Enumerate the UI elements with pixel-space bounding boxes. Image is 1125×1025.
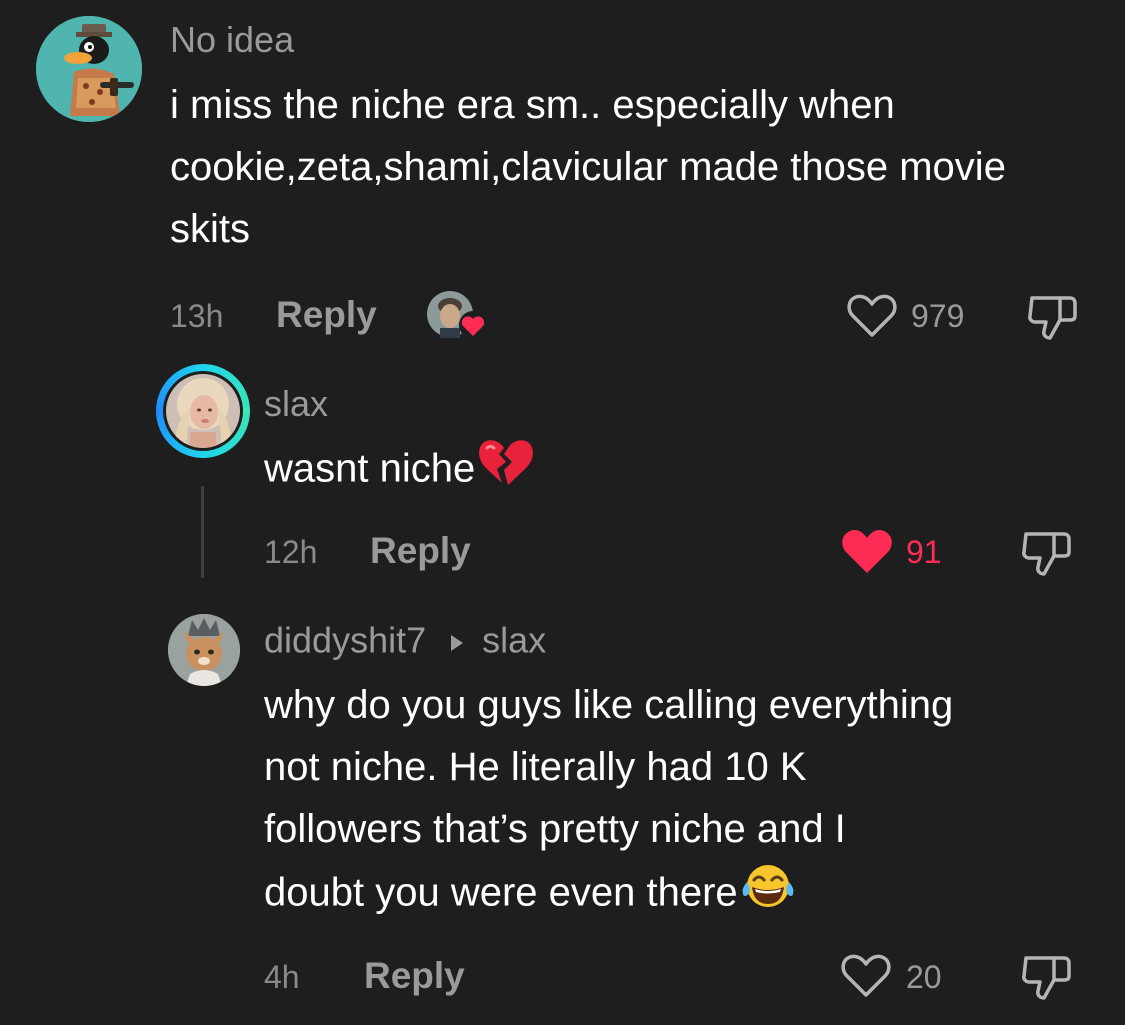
comment-username[interactable]: diddyshit7 <box>264 620 426 661</box>
thumbs-down-icon <box>1022 956 1071 1000</box>
avatar <box>163 371 243 451</box>
thumbs-down-icon <box>1022 532 1071 576</box>
heart-filled-icon <box>842 529 892 573</box>
comment-text-row: wasnt niche <box>264 436 535 506</box>
comment-timestamp: 4h <box>264 959 300 995</box>
broken-heart-icon <box>479 440 534 485</box>
woman-avatar-icon <box>166 374 240 448</box>
comment-text-line: why do you guys like calling everything <box>264 683 954 727</box>
reply-to-username[interactable]: slax <box>482 620 546 661</box>
like-button[interactable] <box>840 528 894 576</box>
like-count: 979 <box>911 298 965 334</box>
like-button[interactable] <box>840 952 892 1000</box>
comment-text: i miss the niche era sm.. especially whe… <box>170 83 1006 251</box>
comment-text-line: followers that’s pretty niche and I <box>264 807 846 851</box>
triangle-right-icon <box>451 635 464 651</box>
comment-username[interactable]: slax <box>264 384 328 424</box>
reply-button[interactable]: Reply <box>370 531 471 571</box>
comment-timestamp: 13h <box>170 298 224 334</box>
avatar[interactable] <box>168 614 240 686</box>
comment-text: wasnt niche <box>264 446 476 491</box>
like-count: 91 <box>906 534 942 570</box>
creator-heart-badge-icon <box>427 291 487 339</box>
comment-username[interactable]: No idea <box>170 20 294 60</box>
broken-heart-emoji <box>477 436 535 506</box>
dislike-button[interactable] <box>1026 292 1080 342</box>
reply-arrow-icon <box>450 620 464 660</box>
dislike-button[interactable] <box>1020 528 1074 578</box>
cat-avatar-icon <box>168 614 240 686</box>
laughing-tears-emoji <box>740 860 796 930</box>
laughing-tears-icon <box>742 865 794 907</box>
avatar[interactable] <box>36 16 142 122</box>
comment-text: why do you guys like calling everything … <box>264 674 1104 930</box>
duck-avatar-icon <box>36 16 142 122</box>
reply-button[interactable]: Reply <box>364 956 465 996</box>
comment-text-last-row: doubt you were even there <box>264 860 1104 930</box>
comment-text-line: doubt you were even there <box>264 870 738 915</box>
comment-timestamp: 12h <box>264 534 318 570</box>
like-count: 20 <box>906 959 942 995</box>
heart-outline-icon <box>847 294 897 337</box>
like-button[interactable] <box>846 292 898 340</box>
thread-line <box>201 486 204 578</box>
thumbs-down-icon <box>1028 296 1077 340</box>
heart-outline-icon <box>841 954 891 997</box>
comment-text-line: not niche. He literally had 10 K <box>264 745 807 789</box>
reply-button[interactable]: Reply <box>276 295 377 335</box>
dislike-button[interactable] <box>1020 952 1074 1002</box>
comment-username-row: diddyshit7 slax <box>264 620 546 666</box>
creator-liked-badge <box>424 290 488 340</box>
avatar-story-ring[interactable] <box>156 364 250 458</box>
